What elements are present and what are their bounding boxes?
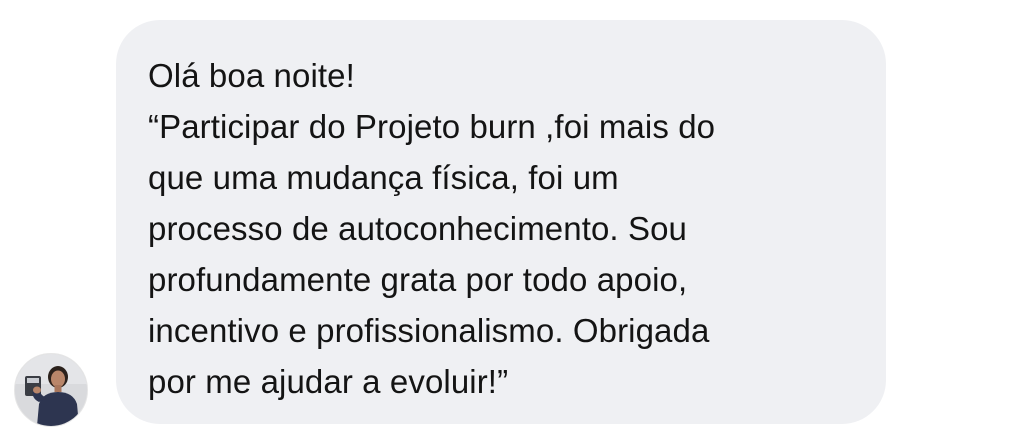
message-line: por me ajudar a evoluir!”	[148, 363, 509, 400]
message-line: processo de autoconhecimento. Sou	[148, 210, 687, 247]
sender-avatar[interactable]	[14, 353, 88, 427]
message-line: que uma mudança física, foi um	[148, 159, 619, 196]
user-photo-avatar-icon	[15, 354, 87, 426]
message-bubble: Olá boa noite! “Participar do Projeto bu…	[116, 20, 886, 424]
message-line: incentivo e profissionalismo. Obrigada	[148, 312, 710, 349]
message-line: Olá boa noite!	[148, 57, 355, 94]
message-line: profundamente grata por todo apoio,	[148, 261, 688, 298]
message-line: “Participar do Projeto burn ,foi mais do	[148, 108, 716, 145]
